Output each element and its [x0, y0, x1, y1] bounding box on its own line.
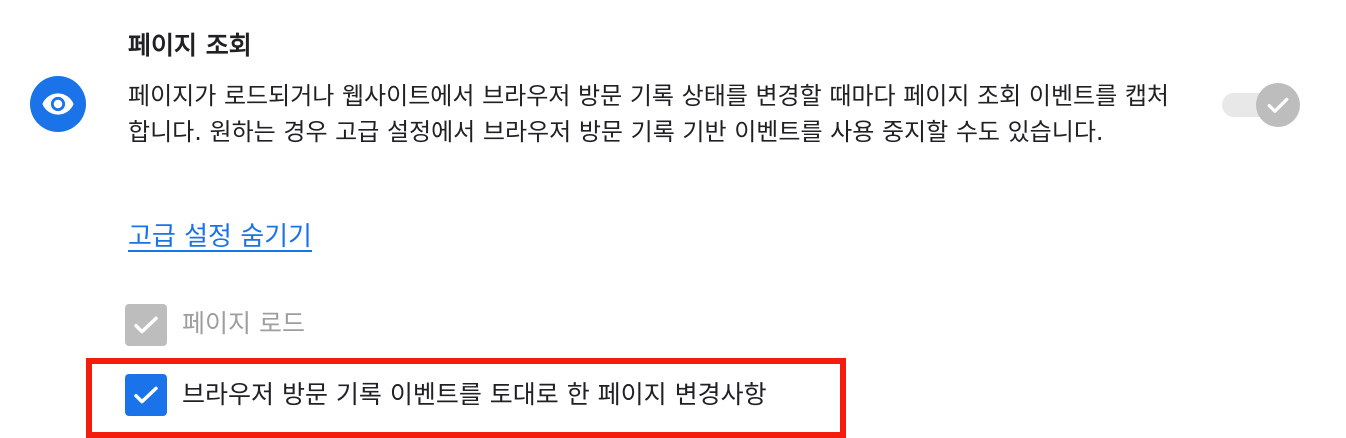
check-icon [1267, 97, 1289, 113]
section-description: 페이지가 로드되거나 웹사이트에서 브라우저 방문 기록 상태를 변경할 때마다… [128, 82, 1169, 146]
page-view-eye-icon [30, 76, 86, 132]
page-load-label: 페이지 로드 [182, 309, 305, 338]
page-load-checkbox[interactable] [125, 304, 167, 346]
check-icon [134, 316, 158, 334]
hide-advanced-settings-link[interactable]: 고급 설정 숨기기 [128, 218, 312, 256]
eye-icon [42, 93, 74, 115]
highlight-annotation-box [86, 358, 846, 438]
toggle-knob [1256, 83, 1300, 127]
section-title: 페이지 조회 [128, 31, 252, 60]
page-view-toggle[interactable] [1220, 82, 1302, 128]
